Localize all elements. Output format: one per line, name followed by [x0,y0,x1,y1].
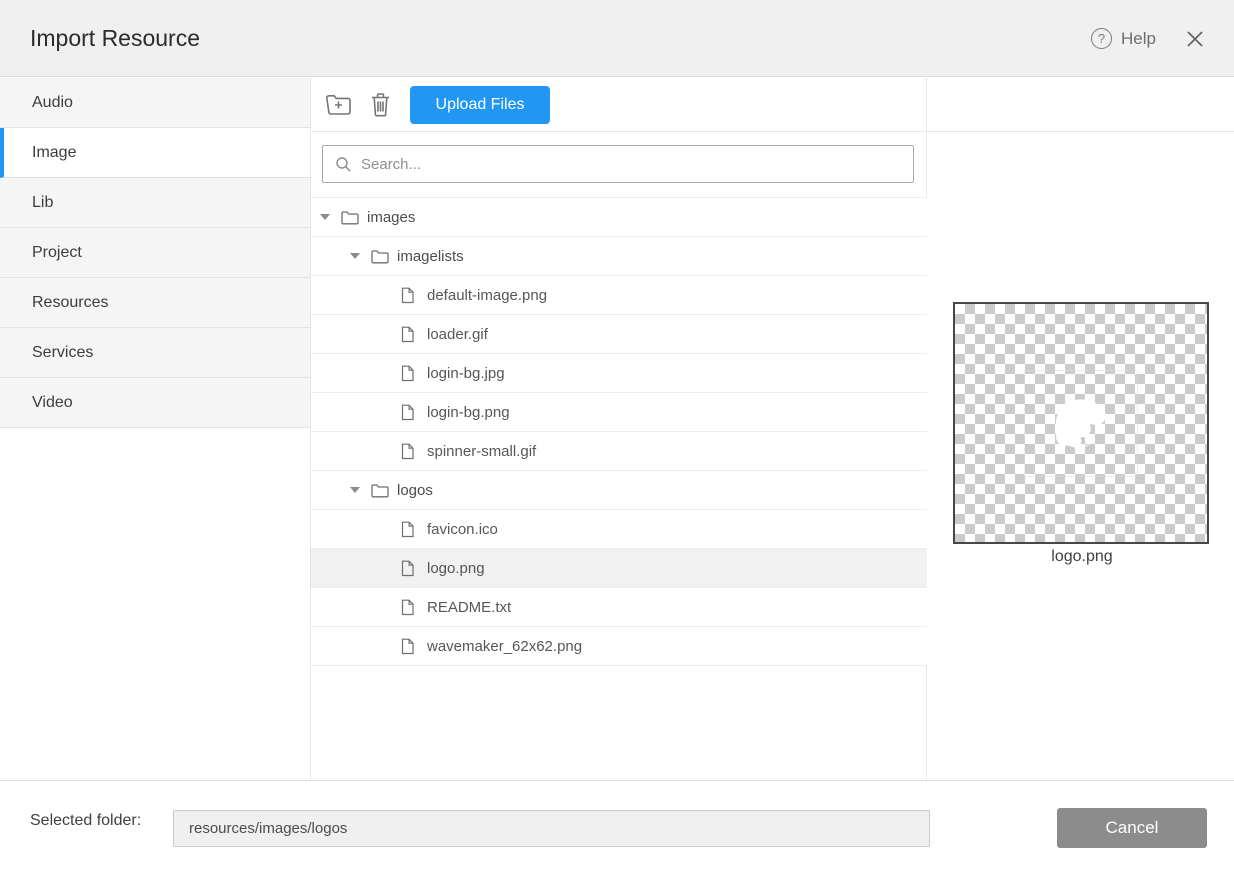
sidebar-item-services[interactable]: Services [0,328,310,378]
sidebar-item-image[interactable]: Image [0,128,310,178]
sidebar-item-resources[interactable]: Resources [0,278,310,328]
search-input[interactable] [361,156,901,173]
help-label: Help [1121,29,1156,49]
tree-row-label: login-bg.png [427,404,510,421]
sidebar-item-label: Project [32,244,82,262]
sidebar-item-label: Audio [32,94,73,112]
file-icon [401,599,427,616]
file-toolbar: Upload Files [311,78,926,131]
tree-row-label: images [367,209,415,226]
sidebar-item-label: Image [32,144,76,162]
tree-file-row[interactable]: login-bg.jpg [311,354,927,393]
upload-files-button[interactable]: Upload Files [410,86,550,124]
folder-icon [371,483,397,498]
tree-row-label: login-bg.jpg [427,365,505,382]
tree-row-label: loader.gif [427,326,488,343]
image-preview-bounds [1024,370,1138,477]
tree-file-row[interactable]: spinner-small.gif [311,432,927,471]
tree-row-label: spinner-small.gif [427,443,536,460]
dialog-header: Import Resource ? Help [0,0,1234,77]
tree-row-label: default-image.png [427,287,547,304]
tree-file-row[interactable]: README.txt [311,588,927,627]
tree-file-row[interactable]: loader.gif [311,315,927,354]
tree-folder-row[interactable]: logos [311,471,927,510]
caret-down-icon[interactable] [350,487,371,493]
tree-file-row[interactable]: logo.png [311,549,927,588]
file-icon [401,287,427,304]
file-icon [401,560,427,577]
tree-row-label: logos [397,482,433,499]
file-icon [401,443,427,460]
caret-down-icon[interactable] [320,214,341,220]
page-title: Import Resource [30,0,200,77]
tree-row-label: README.txt [427,599,511,616]
tree-file-row[interactable]: wavemaker_62x62.png [311,627,927,666]
sidebar: Audio Image Lib Project Resources Services Vid… [0,78,311,780]
header-actions: ? Help [1091,0,1206,77]
image-preview [953,302,1209,544]
preview-caption: logo.png [953,548,1211,566]
sidebar-item-label: Resources [32,294,108,312]
file-tree: images imagelists default-image.png loader.… [311,197,927,666]
tree-row-label: imagelists [397,248,464,265]
file-icon [401,365,427,382]
folder-icon [341,210,367,225]
file-browser-panel: Upload Files images imagelists default-ima… [311,78,927,780]
sidebar-item-audio[interactable]: Audio [0,78,310,128]
tree-row-label: wavemaker_62x62.png [427,638,582,655]
search-icon [335,156,352,173]
file-icon [401,521,427,538]
cancel-button[interactable]: Cancel [1057,808,1207,848]
file-icon [401,326,427,343]
help-icon: ? [1091,28,1112,49]
tree-file-row[interactable]: login-bg.png [311,393,927,432]
sidebar-item-label: Services [32,344,93,362]
tree-folder-row[interactable]: imagelists [311,237,927,276]
delete-button[interactable] [366,89,394,121]
tree-row-label: favicon.ico [427,521,498,538]
search-box [322,145,914,183]
tree-file-row[interactable]: default-image.png [311,276,927,315]
toolbar-divider [311,131,1234,132]
new-folder-button[interactable] [322,89,354,121]
selected-folder-input[interactable] [173,810,930,847]
import-resource-dialog: Import Resource ? Help Audio Image Lib Proj… [0,0,1234,873]
selected-folder-label: Selected folder: [30,812,141,830]
sidebar-item-label: Video [32,394,73,412]
sidebar-item-video[interactable]: Video [0,378,310,428]
sidebar-item-lib[interactable]: Lib [0,178,310,228]
help-button[interactable]: ? Help [1091,28,1156,49]
wavemaker-logo-image [1033,378,1129,468]
file-icon [401,638,427,655]
folder-icon [371,249,397,264]
file-icon [401,404,427,421]
sidebar-item-label: Lib [32,194,53,212]
caret-down-icon[interactable] [350,253,371,259]
tree-row-label: logo.png [427,560,485,577]
tree-file-row[interactable]: favicon.ico [311,510,927,549]
close-icon[interactable] [1184,28,1206,50]
sidebar-item-project[interactable]: Project [0,228,310,278]
dialog-footer: Selected folder: Cancel [0,780,1234,873]
tree-folder-row[interactable]: images [311,198,927,237]
